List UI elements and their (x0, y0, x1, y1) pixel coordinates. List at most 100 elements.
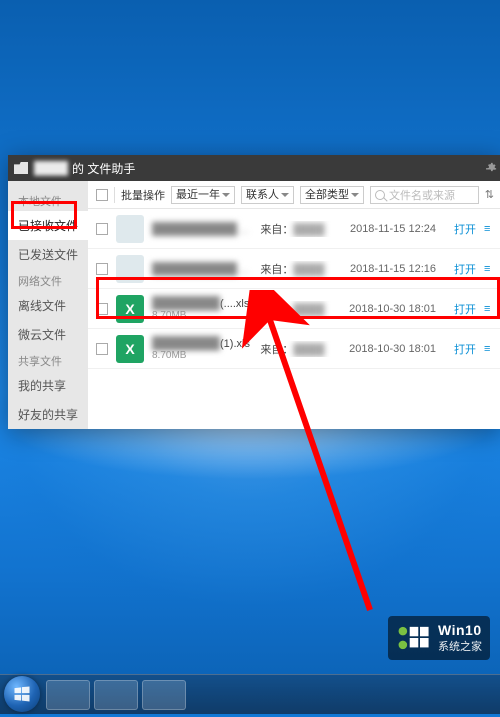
file-name-cell: ████████████ (152, 262, 252, 276)
from-blurred: ████ (293, 344, 324, 356)
from-blurred: ████ (293, 224, 324, 236)
file-name-blurred: ████████ (152, 296, 220, 310)
contact-filter-select[interactable]: 联系人 (241, 186, 294, 204)
file-from-cell: 来自：████ (260, 301, 332, 317)
file-size: 8.70MB (152, 350, 252, 361)
windows-logo-icon (12, 684, 32, 704)
file-name-cell: ████████(1).xls 8.70MB (152, 336, 252, 361)
from-label: 来自： (260, 264, 293, 276)
file-time: 2018-10-30 18:01 (340, 343, 436, 355)
excel-file-icon: X (116, 295, 144, 323)
row-checkbox[interactable] (96, 303, 108, 315)
sidebar-group-label: 共享文件 (18, 356, 62, 368)
sidebar-group-shared: 共享文件 (8, 349, 88, 371)
sidebar-item-friend-share[interactable]: 好友的共享 (8, 400, 88, 429)
sidebar-item-sent[interactable]: 已发送文件 (8, 240, 88, 269)
toolbar: 批量操作 最近一年 联系人 全部类型 文件名或来源 ⇅ (88, 181, 500, 209)
row-menu-icon[interactable]: ≡ (484, 343, 494, 355)
open-link[interactable]: 打开 (444, 261, 476, 277)
sidebar-group-local: 本地文件 (8, 189, 88, 211)
select-value: 联系人 (246, 189, 279, 201)
file-name-blurred: ████████████ (152, 262, 252, 276)
separator (114, 187, 115, 203)
taskbar-item[interactable] (142, 680, 186, 710)
row-checkbox[interactable] (96, 263, 108, 275)
sidebar-item-label: 微云文件 (18, 328, 66, 342)
file-size: 8.70MB (152, 310, 252, 321)
window-body: 本地文件 已接收文件 已发送文件 网络文件 离线文件 微云文件 共享文件 我的共… (8, 181, 500, 429)
search-icon (375, 190, 385, 200)
main-panel: 批量操作 最近一年 联系人 全部类型 文件名或来源 ⇅ █ (88, 181, 500, 429)
sort-icon[interactable]: ⇅ (485, 188, 494, 201)
select-value: 全部类型 (305, 189, 349, 201)
sidebar-item-weiyun[interactable]: 微云文件 (8, 320, 88, 349)
watermark-title: Win10 (438, 622, 482, 638)
sidebar-item-label: 已接收文件 (18, 219, 78, 233)
sidebar-item-my-share[interactable]: 我的共享 (8, 371, 88, 400)
sidebar: 本地文件 已接收文件 已发送文件 网络文件 离线文件 微云文件 共享文件 我的共… (8, 181, 88, 429)
watermark-text: Win10 系统之家 (438, 622, 482, 654)
file-row[interactable]: ████████████ 来自：████ 2018-11-15 12:16 打开… (88, 249, 500, 289)
open-link[interactable]: 打开 (444, 341, 476, 357)
watermark-logo-icon (396, 624, 432, 652)
window-title-blurred: ████ (34, 161, 68, 175)
file-thumbnail-icon (116, 255, 144, 283)
search-input[interactable]: 文件名或来源 (370, 186, 479, 204)
file-time: 2018-11-15 12:16 (340, 263, 436, 275)
row-menu-icon[interactable]: ≡ (484, 223, 494, 235)
type-filter-select[interactable]: 全部类型 (300, 186, 364, 204)
excel-file-icon: X (116, 335, 144, 363)
row-menu-icon[interactable]: ≡ (484, 303, 494, 315)
search-placeholder: 文件名或来源 (389, 187, 455, 203)
file-time: 2018-11-15 12:24 (340, 223, 436, 235)
file-from-cell: 来自：████ (260, 221, 332, 237)
watermark: Win10 系统之家 (388, 616, 490, 660)
from-blurred: ████ (293, 304, 324, 316)
file-name-suffix: (1).xls (220, 338, 250, 350)
file-name-cell: ████████████ (152, 222, 252, 236)
file-name-blurred: ████████████ (152, 222, 252, 236)
file-thumbnail-icon (116, 215, 144, 243)
time-filter-select[interactable]: 最近一年 (171, 186, 235, 204)
sidebar-item-label: 已发送文件 (18, 248, 78, 262)
sidebar-item-label: 我的共享 (18, 379, 66, 393)
file-name-suffix: (....xls (220, 298, 249, 310)
file-list: ████████████ 来自：████ 2018-11-15 12:24 打开… (88, 209, 500, 429)
watermark-subtitle: 系统之家 (438, 638, 482, 654)
file-from-cell: 来自：████ (260, 261, 332, 277)
file-name-blurred: ████████ (152, 336, 220, 350)
select-all-checkbox[interactable] (96, 189, 108, 201)
sidebar-item-label: 离线文件 (18, 299, 66, 313)
open-link[interactable]: 打开 (444, 221, 476, 237)
file-row[interactable]: X ████████(....xls 8.70MB 来自：████ 2018-1… (88, 289, 500, 329)
from-label: 来自： (260, 344, 293, 356)
select-value: 最近一年 (176, 189, 220, 201)
sidebar-item-label: 好友的共享 (18, 408, 78, 422)
sidebar-group-network: 网络文件 (8, 269, 88, 291)
from-blurred: ████ (293, 264, 324, 276)
file-time: 2018-10-30 18:01 (340, 303, 436, 315)
batch-ops-button[interactable]: 批量操作 (121, 187, 165, 203)
taskbar-item[interactable] (46, 680, 90, 710)
taskbar-pins (46, 680, 186, 710)
file-row[interactable]: ████████████ 来自：████ 2018-11-15 12:24 打开… (88, 209, 500, 249)
desktop: ████ 的 文件助手 ─ 本地文件 已接收文件 已发送文件 网络文件 离线文件… (0, 0, 500, 714)
row-checkbox[interactable] (96, 223, 108, 235)
taskbar-item[interactable] (94, 680, 138, 710)
row-checkbox[interactable] (96, 343, 108, 355)
file-row[interactable]: X ████████(1).xls 8.70MB 来自：████ 2018-10… (88, 329, 500, 369)
file-helper-window: ████ 的 文件助手 ─ 本地文件 已接收文件 已发送文件 网络文件 离线文件… (8, 155, 500, 429)
from-label: 来自： (260, 304, 293, 316)
titlebar[interactable]: ████ 的 文件助手 ─ (8, 155, 500, 181)
file-from-cell: 来自：████ (260, 341, 332, 357)
row-menu-icon[interactable]: ≡ (484, 263, 494, 275)
sidebar-item-offline[interactable]: 离线文件 (8, 291, 88, 320)
folder-icon (14, 162, 28, 174)
from-label: 来自： (260, 224, 293, 236)
file-name-cell: ████████(....xls 8.70MB (152, 296, 252, 321)
open-link[interactable]: 打开 (444, 301, 476, 317)
start-button[interactable] (4, 676, 40, 712)
window-title-suffix: 的 文件助手 (72, 160, 135, 177)
sidebar-item-received[interactable]: 已接收文件 (8, 211, 88, 240)
taskbar[interactable] (0, 674, 500, 714)
